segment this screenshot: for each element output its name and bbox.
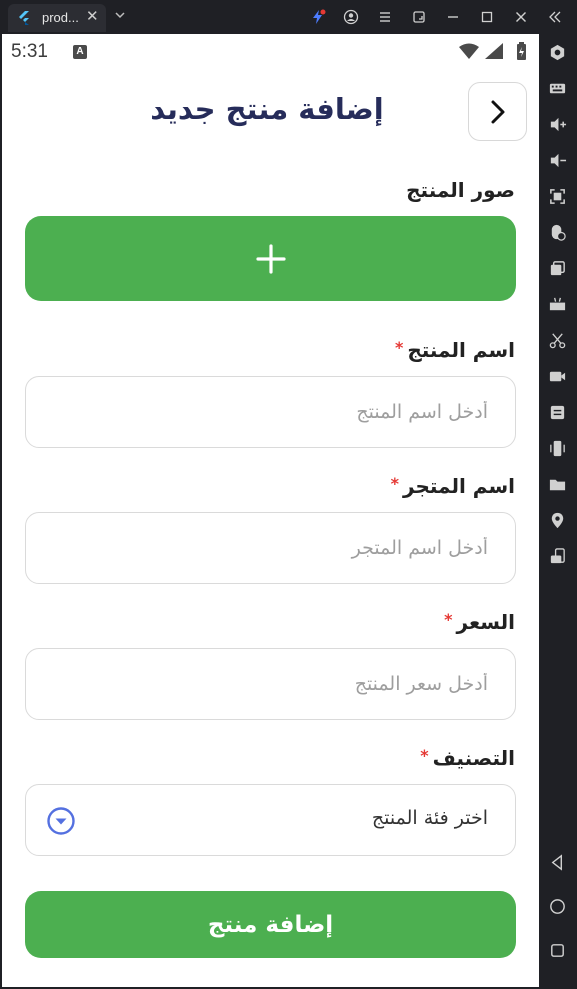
wifi-icon (459, 43, 479, 59)
category-dropdown[interactable]: اختر فئة المنتج (25, 784, 516, 856)
menu-icon[interactable] (377, 9, 393, 25)
required-mark: * (420, 746, 429, 765)
back-button[interactable] (468, 82, 527, 141)
required-mark: * (394, 338, 404, 357)
status-bar: 5:31 A (2, 34, 539, 70)
collapse-sidebar-icon[interactable] (547, 9, 563, 25)
shake-icon[interactable] (548, 439, 567, 458)
product-name-label: اسم المنتج* (394, 338, 515, 362)
back-nav-icon[interactable] (548, 853, 567, 872)
dropdown-circle-icon (47, 807, 75, 835)
add-product-button[interactable]: إضافة منتج (25, 891, 516, 958)
lightning-icon[interactable] (310, 9, 326, 25)
close-icon[interactable] (513, 9, 529, 25)
flutter-icon (19, 11, 29, 25)
product-name-input[interactable] (40, 377, 488, 447)
store-name-label: اسم المتجر* (390, 474, 515, 498)
signal-icon (485, 43, 503, 59)
sync-icon[interactable] (548, 403, 567, 422)
fullscreen-icon[interactable] (548, 187, 567, 206)
power-icon[interactable] (548, 43, 567, 62)
chevron-down-icon[interactable] (113, 8, 127, 22)
home-nav-icon[interactable] (548, 897, 567, 916)
chevron-right-icon (491, 100, 504, 123)
volume-up-icon[interactable] (548, 115, 567, 134)
price-label: السعر* (444, 610, 515, 634)
screenshot-icon[interactable] (411, 9, 427, 25)
emulator-toolbar (539, 34, 577, 989)
category-selected-value: اختر فئة المنتج (371, 807, 488, 829)
store-name-field[interactable] (25, 512, 516, 584)
recents-nav-icon[interactable] (548, 941, 567, 960)
images-label: صور المنتج (406, 178, 515, 202)
multi-instance-icon[interactable] (548, 259, 567, 278)
required-mark: * (444, 610, 453, 629)
page-title: إضافة منتج جديد (150, 92, 384, 126)
required-mark: * (390, 474, 400, 493)
apk-install-icon[interactable] (548, 295, 567, 314)
account-icon[interactable] (343, 9, 359, 25)
notification-badge: A (73, 45, 87, 59)
plus-icon (255, 243, 286, 274)
category-label: التصنيف* (420, 746, 515, 770)
folder-icon[interactable] (548, 475, 567, 494)
keyboard-icon[interactable] (548, 79, 567, 98)
record-video-icon[interactable] (548, 367, 567, 386)
browser-tab[interactable]: prod... ✕ (8, 4, 106, 32)
product-name-field[interactable] (25, 376, 516, 448)
tab-title: prod... (42, 10, 79, 25)
add-image-button[interactable] (25, 216, 516, 301)
price-field[interactable] (25, 648, 516, 720)
price-input[interactable] (40, 649, 488, 719)
minimize-icon[interactable] (445, 9, 461, 25)
scissors-icon[interactable] (548, 331, 567, 350)
location-icon[interactable] (548, 511, 567, 530)
status-time: 5:31 (11, 41, 48, 62)
phone-screen: 5:31 A إضافة منتج جديد صور المنتج اسم ال… (2, 34, 539, 987)
rotate-icon[interactable] (548, 547, 567, 566)
volume-down-icon[interactable] (548, 151, 567, 170)
store-name-input[interactable] (40, 513, 488, 583)
status-icons (459, 42, 526, 60)
tab-close-icon[interactable]: ✕ (86, 7, 99, 25)
maximize-icon[interactable] (479, 9, 495, 25)
mouse-lock-icon[interactable] (548, 223, 567, 242)
window-titlebar: prod... ✕ (0, 0, 577, 34)
